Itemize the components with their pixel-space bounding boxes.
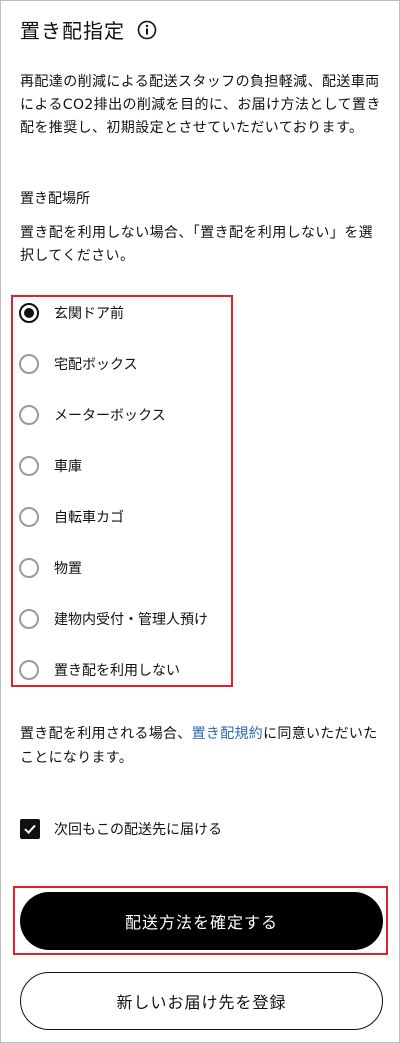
placement-option[interactable]: 車庫 [19,453,82,479]
remember-checkbox[interactable] [20,819,40,839]
consent-text: 置き配を利用される場合、置き配規約に同意いただいたことになります。 [20,722,382,770]
placement-option[interactable]: メーターボックス [19,402,166,428]
terms-link[interactable]: 置き配規約 [192,726,264,742]
title-row: 置き配指定 [20,15,157,44]
remember-checkbox-row[interactable]: 次回もこの配送先に届ける [20,819,222,839]
placement-option-label: 宅配ボックス [54,357,138,373]
radio-button[interactable] [19,456,39,476]
placement-option-label: 物置 [54,561,82,577]
description-text: 再配達の削減による配送スタッフの負担軽減、配送車両によるCO2排出の削減を目的に… [20,74,381,136]
radio-button[interactable] [19,558,39,578]
confirm-delivery-button[interactable]: 配送方法を確定する [20,892,383,950]
radio-button[interactable] [19,405,39,425]
placement-option[interactable]: 建物内受付・管理人預け [19,606,208,632]
radio-button[interactable] [19,609,39,629]
placement-option[interactable]: 自転車カゴ [19,504,124,530]
placement-option[interactable]: 置き配を利用しない [19,657,180,683]
radio-button[interactable] [19,354,39,374]
placement-option-label: 自転車カゴ [54,510,124,526]
placement-section-label: 置き配場所 [20,191,90,207]
placement-option[interactable]: 玄関ドア前 [19,300,124,326]
placement-option[interactable]: 物置 [19,555,82,581]
checkmark-icon [24,824,36,835]
placement-option-label: 置き配を利用しない [54,663,180,679]
radio-button[interactable] [19,303,39,323]
radio-button[interactable] [19,507,39,527]
register-new-address-button[interactable]: 新しいお届け先を登録 [20,972,383,1030]
placement-hint: 置き配を利用しない場合、「置き配を利用しない」を選択してください。 [20,225,373,264]
remember-checkbox-label: 次回もこの配送先に届ける [54,822,222,838]
consent-prefix: 置き配を利用される場合、 [20,726,192,742]
placement-option-label: 建物内受付・管理人預け [54,612,208,628]
placement-option-label: 車庫 [54,459,82,475]
placement-option[interactable]: 宅配ボックス [19,351,138,377]
info-circle-icon[interactable] [137,20,157,40]
radio-button[interactable] [19,660,39,680]
page-title: 置き配指定 [20,19,125,43]
placement-option-label: 玄関ドア前 [54,306,124,322]
placement-option-label: メーターボックス [54,408,166,424]
